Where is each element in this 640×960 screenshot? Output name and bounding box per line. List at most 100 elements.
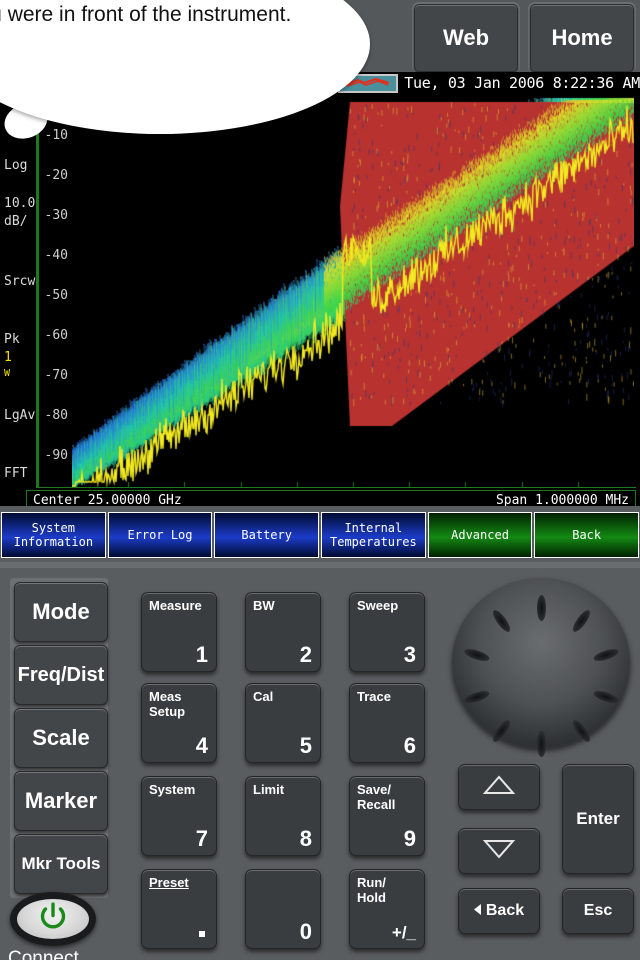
softkey-system-information[interactable]: System Information [1, 512, 106, 558]
knob-notch [569, 717, 593, 745]
key-label-preset: Preset [149, 875, 189, 890]
key-label-run-hold: Run/ Hold [357, 875, 386, 905]
sidebar-label-fft: FFT [4, 466, 28, 481]
keypad-panel: Mode Freq/Dist Scale Marker Mkr Tools Me… [0, 562, 640, 960]
arrow-down-button[interactable] [458, 828, 540, 874]
sidebar-label-trace-num: 1 [4, 350, 12, 365]
key-mkr-tools[interactable]: Mkr Tools [14, 834, 108, 894]
knob-notch [591, 688, 620, 706]
sidebar-label-scale: 10.0 [4, 196, 36, 211]
key-label-cal: Cal [253, 689, 274, 704]
key-label-system: System [149, 782, 196, 797]
web-button[interactable]: Web [414, 4, 518, 72]
key-label-measure: Measure [149, 598, 202, 613]
panel-edge [0, 562, 640, 568]
key-0[interactable]: 0 [245, 869, 321, 949]
power-button[interactable] [10, 892, 96, 946]
softkey-bar: System Information Error Log Battery Int… [0, 512, 640, 558]
key-num-1: 1 [195, 642, 208, 667]
key-label-meas-setup: Meas Setup [149, 689, 186, 719]
key-bw-2[interactable]: BW 2 [245, 592, 321, 672]
knob-notch [489, 607, 513, 635]
app-root: Web Home Tue, 03 Jan 2006 8:22:36 AM Log… [0, 0, 640, 960]
back-button[interactable]: Back [458, 888, 540, 934]
key-mode[interactable]: Mode [14, 582, 108, 642]
sidebar-label-pk: Pk [4, 332, 20, 347]
key-scale[interactable]: Scale [14, 708, 108, 768]
knob-notch [489, 717, 513, 745]
sidebar-label-scale-unit: dB/ [4, 214, 28, 229]
key-label-trace: Trace [357, 689, 391, 704]
key-freq-dist[interactable]: Freq/Dist [14, 645, 108, 705]
softkey-internal-temperatures[interactable]: Internal Temperatures [321, 512, 426, 558]
info-span: Span 1.000000 MHz [495, 493, 629, 506]
web-button-frame: Web [412, 2, 520, 74]
key-cal-5[interactable]: Cal 5 [245, 683, 321, 763]
y-tick--70: -70 [44, 368, 68, 383]
key-num-2: 2 [299, 642, 312, 667]
softkey-back[interactable]: Back [534, 512, 640, 558]
key-label-save-recall: Save/ Recall [357, 782, 396, 812]
key-preset-dot[interactable]: Preset [141, 869, 217, 949]
knob-notch [536, 731, 546, 757]
back-button-label: Back [485, 902, 525, 919]
y-tick--10: -10 [44, 128, 68, 143]
arrow-up-button[interactable] [458, 764, 540, 810]
key-marker[interactable]: Marker [14, 771, 108, 831]
home-button[interactable]: Home [530, 4, 634, 72]
y-tick--50: -50 [44, 288, 68, 303]
instrument-display[interactable]: Tue, 03 Jan 2006 8:22:36 AM 0 -30 -60 -9… [0, 72, 640, 506]
connect-label: Connect [8, 948, 79, 960]
knob-notch [462, 646, 491, 664]
key-label-limit: Limit [253, 782, 285, 797]
spectrum-plot[interactable] [72, 96, 634, 488]
key-label-sweep: Sweep [357, 598, 399, 613]
callout-text: Portrait mode allows control as if you w… [0, 3, 292, 26]
key-system-7[interactable]: System 7 [141, 776, 217, 856]
function-key-strip: Mode Freq/Dist Scale Marker Mkr Tools [10, 578, 108, 898]
key-num-3: 3 [403, 642, 416, 667]
key-sweep-3[interactable]: Sweep 3 [349, 592, 425, 672]
softkey-error-log[interactable]: Error Log [107, 512, 213, 558]
key-label-bw: BW [253, 598, 275, 613]
softkey-advanced[interactable]: Advanced [427, 512, 533, 558]
key-num-dot [199, 931, 205, 937]
key-meas-setup-4[interactable]: Meas Setup 4 [141, 683, 217, 763]
sidebar-label-trace-mode: W [4, 368, 11, 379]
rotary-knob[interactable] [452, 578, 630, 757]
enter-button[interactable]: Enter [562, 764, 634, 874]
knob-notch [536, 595, 546, 621]
esc-button[interactable]: Esc [562, 888, 634, 934]
knob-notch [462, 688, 491, 706]
key-trace-6[interactable]: Trace 6 [349, 683, 425, 763]
key-num-4: 4 [195, 733, 208, 758]
y-tick--90: -90 [44, 448, 68, 463]
softkey-battery[interactable]: Battery [214, 512, 320, 558]
key-save-recall-9[interactable]: Save/ Recall 9 [349, 776, 425, 856]
knob-notch [591, 646, 620, 664]
key-num-7: 7 [195, 826, 208, 851]
display-sidebar: Log 10.0 dB/ Srcw Pk 1 W LgAv FFT [2, 96, 38, 488]
key-num-6: 6 [403, 733, 416, 758]
key-num-5: 5 [299, 733, 312, 758]
power-icon [40, 902, 66, 936]
y-tick--80: -80 [44, 408, 68, 423]
triangle-left-icon [473, 902, 482, 920]
y-tick--60: -60 [44, 328, 68, 343]
home-button-frame: Home [528, 2, 636, 74]
key-num-plusminus: +/_ [391, 923, 416, 942]
display-info-box: Center 25.00000 GHz Span 1.000000 MHz Re… [26, 490, 636, 506]
sidebar-label-log: Log [4, 158, 28, 173]
triangle-down-icon [482, 838, 516, 865]
info-center: Center 25.00000 GHz [33, 493, 182, 506]
y-tick--30: -30 [44, 208, 68, 223]
y-tick--20: -20 [44, 168, 68, 183]
y-tick--40: -40 [44, 248, 68, 263]
key-run-hold-plusminus[interactable]: Run/ Hold +/_ [349, 869, 425, 949]
key-num-8: 8 [299, 826, 312, 851]
sidebar-label-srcw: Srcw [4, 274, 36, 289]
key-limit-8[interactable]: Limit 8 [245, 776, 321, 856]
key-num-0: 0 [299, 919, 312, 944]
key-measure-1[interactable]: Measure 1 [141, 592, 217, 672]
key-num-9: 9 [403, 826, 416, 851]
